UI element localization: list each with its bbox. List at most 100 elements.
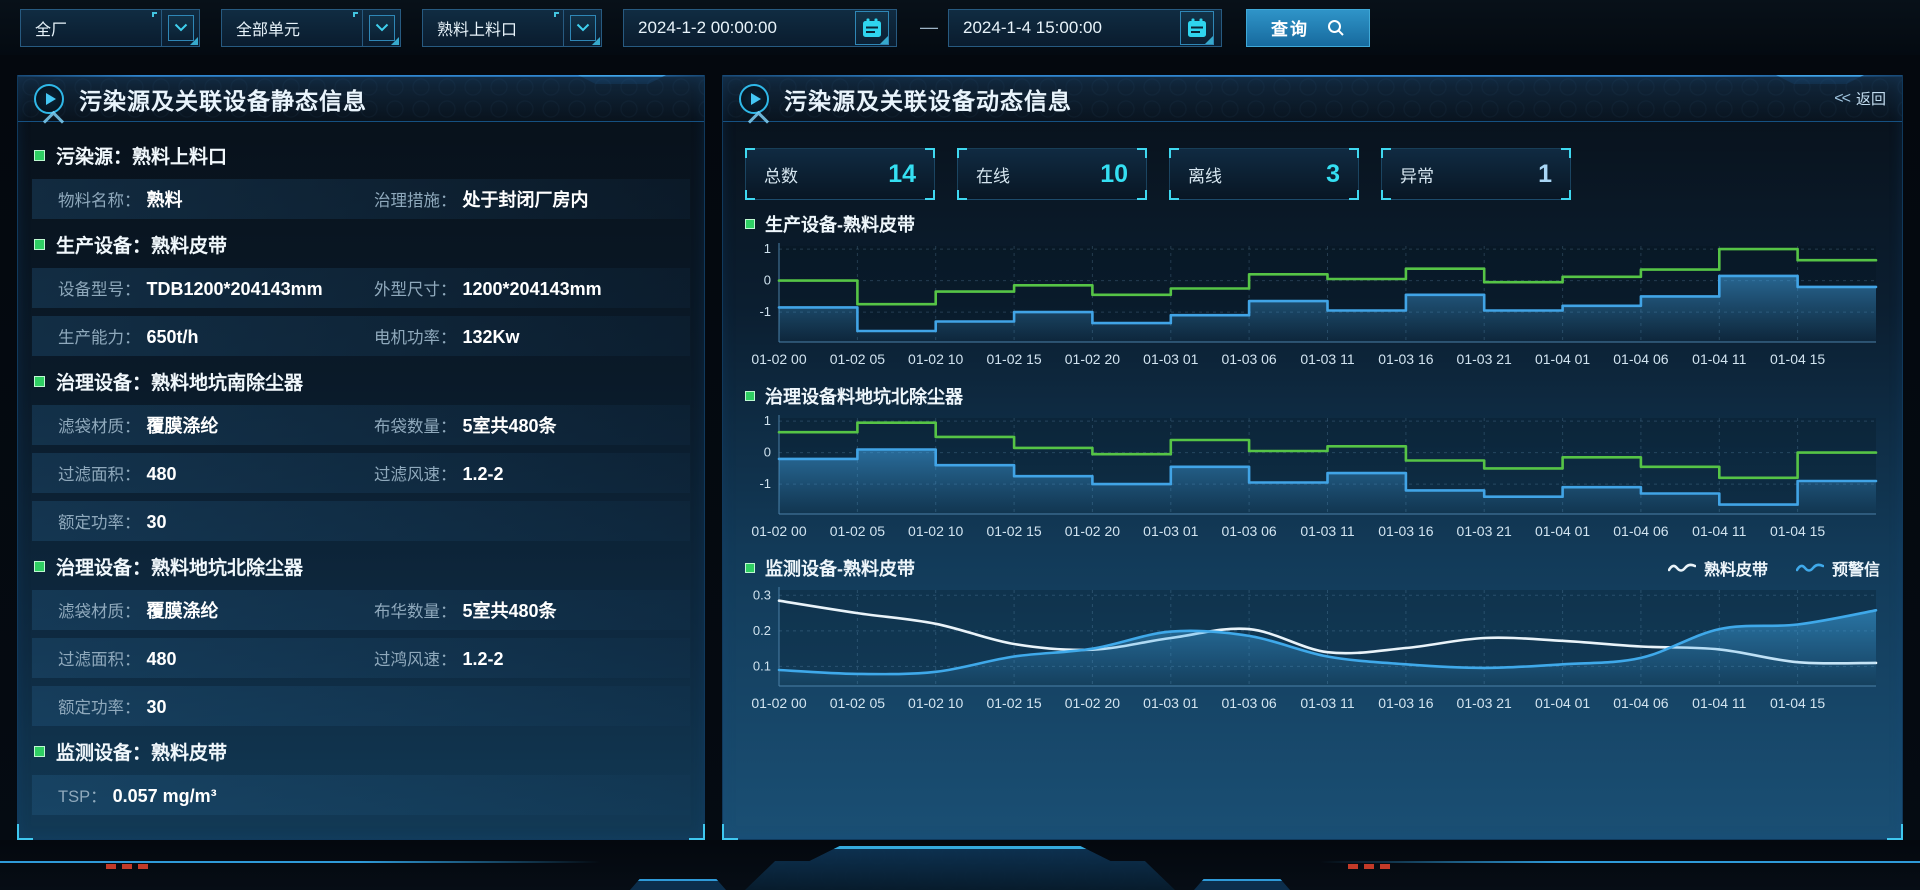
date-from-value: 2024-1-2 00:00:00	[638, 18, 777, 38]
info-pair: TSP：0.057 mg/m³	[58, 783, 374, 807]
search-icon	[1327, 19, 1345, 37]
info-row: 滤袋材质：覆膜涤纶布袋数量：5室共480条	[32, 405, 690, 445]
info-value: 0.057 mg/m³	[113, 786, 217, 807]
info-value: 132Kw	[463, 327, 520, 348]
svg-text:01-02 05: 01-02 05	[830, 351, 885, 367]
green-square-icon	[34, 376, 45, 387]
unit-select-value: 全部单元	[222, 16, 362, 40]
svg-text:01-02 05: 01-02 05	[830, 523, 885, 539]
info-label: 滤袋材质：	[58, 413, 141, 437]
info-pair: 设备型号：TDB1200*204143mm	[58, 276, 374, 300]
chart-block: 监测设备-熟料皮带 熟料皮带 预警信0.30.20.101-02 0001-02 0…	[745, 554, 1880, 716]
static-panel-title: 污染源及关联设备静态信息	[79, 82, 367, 116]
stat-value: 10	[1100, 160, 1128, 189]
query-button[interactable]: 查询	[1246, 9, 1370, 47]
stat-corner	[957, 190, 967, 200]
svg-text:01-02 10: 01-02 10	[908, 351, 963, 367]
stat-corner	[1137, 148, 1147, 158]
svg-text:01-02 15: 01-02 15	[986, 351, 1041, 367]
section-title-text: 生产设备：熟料皮带	[56, 231, 227, 258]
corner-decoration	[554, 12, 559, 17]
stat-label: 在线	[976, 162, 1010, 187]
wave-line-icon	[1796, 562, 1824, 574]
info-pair: 外型尺寸：1200*204143mm	[374, 276, 690, 300]
chart-svg: 10-101-02 0001-02 0501-02 1001-02 1501-0…	[745, 238, 1882, 372]
info-label: 物料名称：	[58, 187, 141, 211]
info-value: 650t/h	[147, 327, 199, 348]
info-pair: 电机功率： 132Kw	[374, 324, 690, 348]
info-row: 额定功率：30	[32, 501, 690, 541]
footer-center-emblem	[745, 846, 1175, 890]
info-label: 过滤面积：	[58, 461, 141, 485]
svg-text:01-04 01: 01-04 01	[1535, 523, 1590, 539]
svg-text:0.3: 0.3	[753, 587, 771, 602]
svg-text:01-04 01: 01-04 01	[1535, 351, 1590, 367]
wave-line-icon	[1668, 562, 1696, 574]
info-value: 480	[147, 464, 177, 485]
section-title-text: 治理设备：熟料地坑北除尘器	[56, 553, 303, 580]
back-button-label: 返回	[1856, 88, 1886, 109]
calendar-icon[interactable]	[1180, 11, 1214, 45]
info-label: 额定功率：	[58, 694, 141, 718]
svg-text:01-02 20: 01-02 20	[1065, 695, 1120, 711]
unit-select[interactable]: 全部单元	[221, 9, 401, 47]
stat-label: 总数	[764, 162, 798, 187]
chart-title-text: 监测设备-熟料皮带	[765, 555, 915, 581]
info-row: 生产能力： 650t/h 电机功率： 132Kw	[32, 316, 690, 356]
info-row: 过滤面积：480过滤风速：1.2-2	[32, 453, 690, 493]
info-pair: 过滤面积： 480	[58, 461, 374, 485]
svg-text:01-04 15: 01-04 15	[1770, 695, 1825, 711]
calendar-icon[interactable]	[855, 11, 889, 45]
source-select[interactable]: 熟料上料口	[422, 9, 602, 47]
dashboard: 全厂 全部单元 熟料上料口 2024-1-2 00:00:00	[0, 0, 1920, 890]
corner-decoration	[353, 12, 358, 17]
info-label: 外型尺寸：	[374, 276, 457, 300]
svg-text:-1: -1	[759, 304, 771, 319]
svg-text:01-02 15: 01-02 15	[986, 695, 1041, 711]
legend-item[interactable]: 预警信	[1796, 556, 1880, 580]
section-title-text: 污染源：熟料上料口	[56, 142, 227, 169]
static-panel-header: 污染源及关联设备静态信息	[18, 76, 704, 122]
panel-corner	[1887, 824, 1903, 840]
svg-text:0: 0	[764, 273, 771, 288]
chart-title-row: 监测设备-熟料皮带 熟料皮带 预警信	[745, 554, 1880, 582]
svg-text:01-03 21: 01-03 21	[1457, 695, 1512, 711]
date-to-input[interactable]: 2024-1-4 15:00:00	[948, 9, 1222, 47]
svg-text:0: 0	[764, 445, 771, 460]
chevron-box	[161, 10, 199, 46]
legend-label: 预警信	[1832, 556, 1880, 580]
svg-text:01-03 11: 01-03 11	[1300, 523, 1354, 539]
device-stats-row: 总数14在线10离线3异常1	[745, 148, 1880, 200]
legend-label: 熟料皮带	[1704, 556, 1768, 580]
dynamic-panel-title: 污染源及关联设备动态信息	[784, 82, 1072, 116]
stat-corner	[1137, 190, 1147, 200]
info-value: 覆膜涤纶	[147, 597, 219, 623]
stat-corner	[745, 190, 755, 200]
svg-text:01-02 20: 01-02 20	[1065, 351, 1120, 367]
chart-svg: 10-101-02 0001-02 0501-02 1001-02 1501-0…	[745, 410, 1882, 544]
legend-item[interactable]: 熟料皮带	[1668, 556, 1768, 580]
back-button[interactable]: << 返回	[1834, 88, 1886, 109]
info-label: 治理措施：	[374, 187, 457, 211]
info-label: 电机功率：	[374, 324, 457, 348]
date-from-input[interactable]: 2024-1-2 00:00:00	[623, 9, 897, 47]
info-value: 30	[147, 697, 167, 718]
footer-line-left	[0, 861, 600, 863]
footer-side-emblem	[1194, 879, 1290, 890]
svg-text:01-04 15: 01-04 15	[1770, 351, 1825, 367]
plant-select[interactable]: 全厂	[20, 9, 200, 47]
info-label: 过滤面积：	[58, 646, 141, 670]
info-label: 布华数量：	[374, 598, 457, 622]
info-pair: 治理措施：处于封闭厂房内	[374, 186, 690, 212]
section-title-text: 治理设备：熟料地坑南除尘器	[56, 368, 303, 395]
chart-block: 治理设备料地坑北除尘器10-101-02 0001-02 0501-02 100…	[745, 382, 1880, 544]
chart-svg: 0.30.20.101-02 0001-02 0501-02 1001-02 1…	[745, 582, 1882, 716]
info-value: 处于封闭厂房内	[463, 186, 589, 212]
stat-corner	[1381, 190, 1391, 200]
chevron-down-icon	[570, 15, 596, 41]
svg-text:01-02 05: 01-02 05	[830, 695, 885, 711]
panel-corner	[722, 824, 738, 840]
stat-value: 1	[1538, 160, 1552, 189]
info-label: 生产能力：	[58, 324, 141, 348]
footer-red-marks	[1348, 864, 1396, 869]
